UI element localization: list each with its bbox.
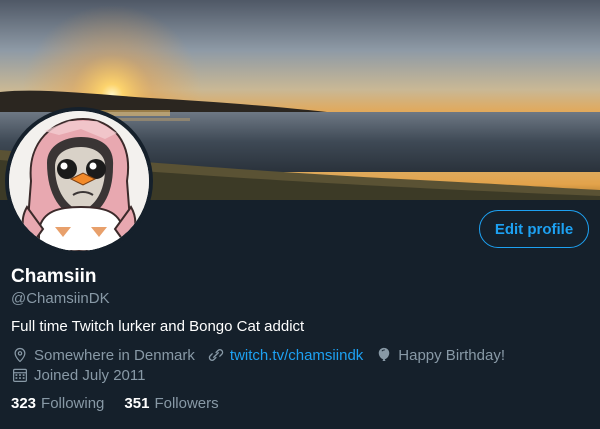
location-item: Somewhere in Denmark <box>11 346 195 364</box>
follow-stats: 323 Following 351 Followers <box>11 395 219 412</box>
following-count: 323 <box>11 395 37 412</box>
edit-profile-button[interactable]: Edit profile <box>479 210 589 248</box>
profile-meta-row: Somewhere in Denmark twitch.tv/chamsiind… <box>11 346 505 364</box>
link-icon <box>207 346 225 364</box>
avatar-image <box>9 111 149 251</box>
balloon-icon <box>375 346 393 364</box>
following-label: Following <box>41 395 105 412</box>
followers-count: 351 <box>124 395 150 412</box>
profile-meta-row-joined: Joined July 2011 <box>11 366 145 384</box>
location-pin-icon <box>11 346 29 364</box>
following-stat[interactable]: 323 Following <box>11 395 104 412</box>
website-item[interactable]: twitch.tv/chamsiindk <box>207 346 363 364</box>
calendar-icon <box>11 366 29 384</box>
joined-text: Joined July 2011 <box>34 366 146 384</box>
profile-handle: @ChamsiinDK <box>11 290 110 307</box>
birthday-text: Happy Birthday! <box>398 346 506 364</box>
followers-label: Followers <box>154 395 219 412</box>
profile-display-name: Chamsiin <box>11 266 97 287</box>
profile-bio: Full time Twitch lurker and Bongo Cat ad… <box>11 318 305 335</box>
website-link[interactable]: twitch.tv/chamsiindk <box>230 347 363 364</box>
joined-item: Joined July 2011 <box>11 366 145 384</box>
followers-stat[interactable]: 351 Followers <box>124 395 218 412</box>
location-text: Somewhere in Denmark <box>34 346 195 364</box>
avatar[interactable] <box>5 107 153 255</box>
porg-hoodie-illustration <box>9 111 149 251</box>
birthday-item: Happy Birthday! <box>375 346 505 364</box>
